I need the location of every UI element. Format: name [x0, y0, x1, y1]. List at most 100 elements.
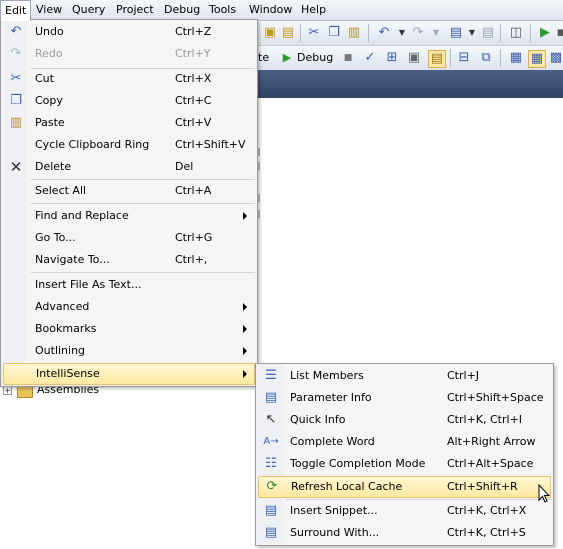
chevron-down-icon[interactable]: ▼: [394, 25, 410, 41]
submenu-arrow-icon: [243, 303, 247, 311]
toolbar-overflow-icon[interactable]: ▪: [553, 25, 563, 41]
cut-toolbar-icon[interactable]: ✂: [306, 25, 322, 41]
query-designer-icon[interactable]: ▣: [406, 50, 422, 66]
copy-toolbar-icon[interactable]: ❐: [326, 25, 342, 41]
menu-item-quick-info[interactable]: ↖ Quick Info Ctrl+K, Ctrl+I: [258, 410, 551, 430]
menu-item-shortcut: Ctrl+X: [175, 72, 212, 85]
include-plan-icon[interactable]: ⊟: [456, 50, 472, 66]
undo-toolbar-icon[interactable]: ↶: [376, 25, 392, 41]
menu-item-outlining[interactable]: Outlining: [3, 341, 255, 361]
menu-item-label: Find and Replace: [35, 209, 129, 222]
menu-item-paste[interactable]: ▥ Paste Ctrl+V: [3, 113, 255, 133]
menu-item-go-to[interactable]: Go To... Ctrl+G: [3, 228, 255, 248]
menu-item-refresh-local-cache[interactable]: ⟳ Refresh Local Cache Ctrl+Shift+R: [258, 476, 551, 498]
menu-item-shortcut: Ctrl+G: [175, 231, 213, 244]
menu-view[interactable]: View: [32, 0, 66, 20]
menu-item-shortcut: Ctrl+Shift+V: [175, 138, 246, 151]
menu-tools[interactable]: Tools: [205, 0, 240, 20]
menu-item-delete[interactable]: ✕ Delete Del: [3, 157, 255, 177]
menu-window[interactable]: Window: [245, 0, 296, 20]
add-item-icon[interactable]: ▤: [280, 25, 296, 41]
menu-item-intellisense[interactable]: IntelliSense: [3, 363, 255, 385]
tree-expand-icon[interactable]: +: [3, 386, 12, 395]
menu-item-parameter-info[interactable]: ▤ Parameter Info Ctrl+Shift+Space: [258, 388, 551, 408]
menu-separator: [286, 499, 551, 500]
mouse-pointer-icon: [538, 484, 550, 503]
parse-check-icon[interactable]: ✓: [362, 50, 378, 66]
menu-item-complete-word[interactable]: A→ Complete Word Alt+Right Arrow: [258, 432, 551, 452]
menu-item-label: Bookmarks: [35, 322, 97, 335]
results-grid-icon[interactable]: ▦: [528, 50, 546, 68]
submenu-arrow-icon: [243, 212, 247, 220]
toolbar-separator: [368, 24, 369, 42]
toggle-completion-icon: ☷: [265, 456, 277, 471]
menu-item-advanced[interactable]: Advanced: [3, 297, 255, 317]
menu-item-list-members[interactable]: ☰ List Members Ctrl+J: [258, 366, 551, 386]
menu-item-copy[interactable]: ❐ Copy Ctrl+C: [3, 91, 255, 111]
menu-item-label: Refresh Local Cache: [291, 480, 403, 493]
stop-icon[interactable]: ■: [340, 50, 356, 66]
toolbar-separator: [500, 24, 501, 42]
menu-item-shortcut: Ctrl+Z: [175, 25, 212, 38]
chart-icon[interactable]: ◫: [508, 25, 524, 41]
toolbar-separator: [500, 49, 501, 67]
menu-item-insert-file-as-text[interactable]: Insert File As Text...: [3, 275, 255, 295]
menu-item-label: Insert File As Text...: [35, 278, 142, 291]
menu-item-shortcut: Ctrl+K, Ctrl+S: [447, 526, 526, 539]
menu-separator: [31, 203, 255, 204]
copy-icon: ❐: [10, 93, 22, 108]
client-stats-icon[interactable]: ⧉: [478, 50, 494, 66]
menu-bar: Edit View Query Project Debug Tools Wind…: [0, 0, 563, 21]
insert-snippet-icon: ▤: [264, 503, 278, 518]
menu-item-toggle-completion-mode[interactable]: ☷ Toggle Completion Mode Ctrl+Alt+Space: [258, 454, 551, 474]
redo-toolbar-icon[interactable]: ↷: [410, 25, 426, 41]
edit-menu: ↶ Undo Ctrl+Z ↷ Redo Ctrl+Y ✂ Cut Ctrl+X…: [0, 19, 258, 387]
menu-item-label: Cycle Clipboard Ring: [35, 138, 150, 151]
menu-item-navigate-to[interactable]: Navigate To... Ctrl+,: [3, 250, 255, 270]
menu-item-label: Advanced: [35, 300, 90, 313]
menu-item-label: Complete Word: [290, 435, 375, 448]
chevron-down-icon[interactable]: ▼: [464, 25, 480, 41]
menu-item-shortcut: Ctrl+K, Ctrl+I: [447, 413, 523, 426]
menu-item-label: Delete: [35, 160, 72, 173]
menu-item-find-and-replace[interactable]: Find and Replace: [3, 206, 255, 226]
menu-item-label: Paste: [35, 116, 65, 129]
debug-button[interactable]: Debug: [297, 46, 333, 70]
menu-project[interactable]: Project: [112, 0, 158, 20]
list-members-icon: ☰: [265, 368, 277, 383]
menu-debug[interactable]: Debug: [160, 0, 204, 20]
menu-item-label: Copy: [35, 94, 63, 107]
menu-item-undo[interactable]: ↶ Undo Ctrl+Z: [3, 22, 255, 42]
menu-item-shortcut: Ctrl+J: [447, 369, 480, 382]
menu-item-bookmarks[interactable]: Bookmarks: [3, 319, 255, 339]
undo-icon: ↶: [10, 24, 22, 39]
toolbar-partial-text: te: [258, 51, 270, 64]
toolbar-separator: [450, 49, 451, 67]
redo-icon: ↷: [10, 46, 22, 61]
navigate-forward-icon[interactable]: ▤: [480, 25, 496, 41]
paste-toolbar-icon[interactable]: ▥: [346, 25, 362, 41]
delete-icon: ✕: [9, 158, 23, 176]
menu-item-label: Toggle Completion Mode: [290, 457, 426, 470]
menu-item-select-all[interactable]: Select All Ctrl+A: [3, 181, 255, 201]
results-file-icon[interactable]: ▩: [548, 50, 563, 66]
menu-item-shortcut: Ctrl+C: [175, 94, 212, 107]
results-text-icon[interactable]: ▦: [508, 50, 524, 66]
new-project-icon[interactable]: ▣: [262, 25, 278, 41]
results-to-icon[interactable]: ▤: [428, 50, 446, 68]
menu-query[interactable]: Query: [68, 0, 109, 20]
menu-separator: [31, 272, 255, 273]
navigate-back-icon[interactable]: ▤: [448, 25, 464, 41]
menu-item-surround-with[interactable]: ▤ Surround With... Ctrl+K, Ctrl+S: [258, 523, 551, 543]
start-debugging-icon[interactable]: ▶: [537, 25, 553, 41]
menu-item-label: Insert Snippet...: [290, 504, 378, 517]
chevron-down-icon[interactable]: ▼: [428, 25, 444, 41]
execute-icon[interactable]: ▶: [279, 50, 295, 66]
menu-item-insert-snippet[interactable]: ▤ Insert Snippet... Ctrl+K, Ctrl+X: [258, 501, 551, 521]
estimated-plan-icon[interactable]: ⊞: [384, 50, 400, 66]
menu-item-cycle-clipboard-ring[interactable]: Cycle Clipboard Ring Ctrl+Shift+V: [3, 135, 255, 155]
menu-edit[interactable]: Edit: [0, 0, 32, 21]
menu-help[interactable]: Help: [297, 0, 330, 20]
menu-item-cut[interactable]: ✂ Cut Ctrl+X: [3, 69, 255, 89]
menu-item-redo[interactable]: ↷ Redo Ctrl+Y: [3, 44, 255, 64]
